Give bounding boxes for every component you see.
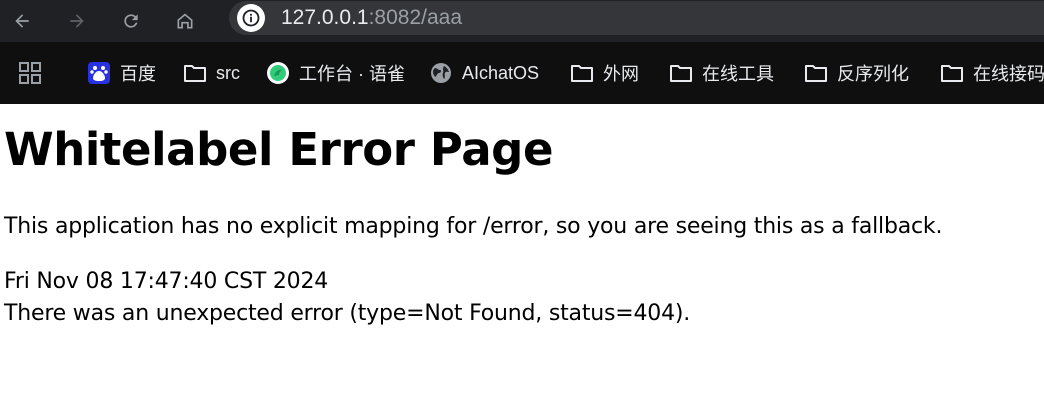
bookmark-yuque[interactable]: 工作台 · 语雀 [266,60,405,86]
error-details: There was an unexpected error (type=Not … [4,301,691,326]
home-button[interactable] [169,5,201,37]
folder-icon [570,61,594,85]
bookmark-deserialization[interactable]: 反序列化 [804,60,909,86]
arrow-right-icon [70,14,84,28]
apps-grid-icon [19,62,41,84]
url-text[interactable]: 127.0.0.1:8082/aaa [281,4,462,32]
folder-icon [183,61,207,85]
folder-icon [804,61,828,85]
back-button[interactable] [6,5,38,37]
folder-icon [669,61,693,85]
forward-button[interactable] [61,5,93,37]
bookmark-sms-receive[interactable]: 在线接码 [940,60,1044,86]
bookmark-label: AIchatOS [462,62,540,83]
bookmark-label: 工作台 · 语雀 [299,64,405,84]
url-host: 127.0.0.1 [281,6,369,29]
reload-button[interactable] [115,5,147,37]
reload-icon [124,14,138,28]
globe-icon [429,61,453,85]
apps-button[interactable] [18,61,42,85]
home-icon [177,13,193,29]
bookmark-label: src [216,62,240,83]
bookmark-label: 在线工具 [702,64,774,84]
bookmark-label: 外网 [603,64,639,84]
bookmark-label: 百度 [120,64,156,84]
bookmark-online-tools[interactable]: 在线工具 [669,60,774,86]
info-icon [242,9,260,27]
bookmark-label: 在线接码 [973,64,1044,84]
yuque-icon [266,61,290,85]
error-message: This application has no explicit mapping… [4,214,943,239]
site-info-button[interactable] [237,4,265,32]
bookmark-waiwang[interactable]: 外网 [570,60,639,86]
browser-chrome: 127.0.0.1:8082/aaa 百度 src 工作台 · 语雀 AIcha… [0,0,1044,104]
arrow-left-icon [15,14,29,28]
bookmark-aichatos[interactable]: AIchatOS [429,60,539,86]
page-content: Whitelabel Error Page This application h… [0,104,1044,411]
error-timestamp: Fri Nov 08 17:47:40 CST 2024 [4,269,329,294]
bookmark-baidu[interactable]: 百度 [87,60,156,86]
url-path: :8082/aaa [368,6,463,29]
page-title: Whitelabel Error Page [4,123,554,176]
bookmarks-bar: 百度 src 工作台 · 语雀 AIchatOS 外网 在线工具 反序列化 在线… [0,42,1044,104]
baidu-icon [87,61,111,85]
bookmark-label: 反序列化 [837,64,909,84]
address-bar[interactable]: 127.0.0.1:8082/aaa [229,1,1044,35]
bookmark-src[interactable]: src [183,60,240,86]
navigation-bar: 127.0.0.1:8082/aaa [0,0,1044,42]
folder-icon [940,61,964,85]
